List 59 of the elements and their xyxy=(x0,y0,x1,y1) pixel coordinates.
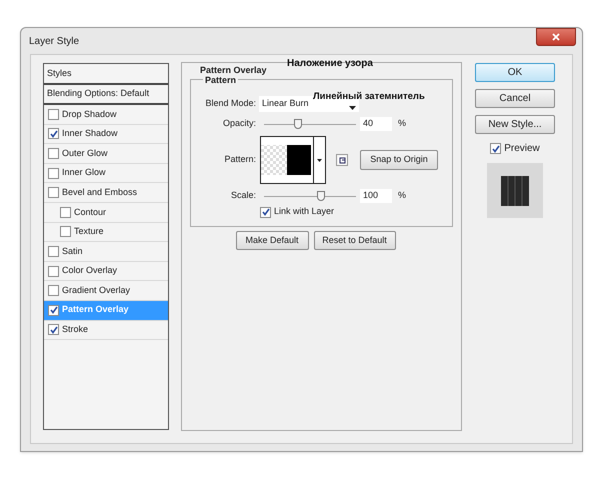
checkbox[interactable] xyxy=(48,168,59,179)
slider-thumb[interactable] xyxy=(317,191,326,201)
ok-button[interactable]: OK xyxy=(475,63,555,82)
style-list-item[interactable]: Inner Shadow xyxy=(44,124,168,144)
style-list-item[interactable]: Stroke xyxy=(44,320,168,340)
style-list-item[interactable]: Blending Options: Default xyxy=(44,85,168,105)
style-list-item[interactable]: Drop Shadow xyxy=(44,105,168,125)
checkmark-icon xyxy=(492,144,500,152)
window-title: Layer Style xyxy=(29,34,80,48)
close-icon xyxy=(552,33,560,41)
checkbox[interactable] xyxy=(48,266,59,277)
checkbox[interactable] xyxy=(48,148,59,159)
checkbox[interactable] xyxy=(48,324,59,336)
slider-thumb[interactable] xyxy=(294,119,302,129)
scale-field[interactable]: 100 xyxy=(360,189,392,203)
checkbox[interactable] xyxy=(48,285,59,296)
new-style-button[interactable]: New Style... xyxy=(475,115,555,134)
unit-label: % xyxy=(398,117,406,130)
field-label: Pattern: xyxy=(223,153,256,166)
field-label: Scale: xyxy=(230,189,256,202)
checkmark-icon xyxy=(262,208,270,216)
checkbox-label: Link with Layer xyxy=(274,205,334,218)
annotation-text: Наложение узора xyxy=(287,57,373,71)
style-list-item[interactable]: Inner Glow xyxy=(44,164,168,184)
opacity-field[interactable]: 40 xyxy=(360,117,392,131)
pattern-picker[interactable] xyxy=(260,136,326,184)
checkbox[interactable] xyxy=(48,187,59,198)
checkbox[interactable] xyxy=(48,304,59,316)
checkbox[interactable] xyxy=(60,226,71,238)
dropdown-arrow-icon xyxy=(317,158,322,162)
style-list-item[interactable]: Texture xyxy=(44,222,168,242)
style-list-item[interactable]: Outer Glow xyxy=(44,144,168,164)
close-button[interactable] xyxy=(536,28,576,46)
style-list-item[interactable]: Contour xyxy=(44,202,168,223)
dropdown-arrow-icon xyxy=(349,106,356,110)
cancel-button[interactable]: Cancel xyxy=(475,89,555,108)
panel-button[interactable]: Make Default xyxy=(236,231,308,250)
checkbox-label: Preview xyxy=(504,142,540,156)
checkbox[interactable] xyxy=(48,246,59,257)
field-label: Opacity: xyxy=(222,117,256,130)
preview-swatch-icon xyxy=(501,176,529,206)
checkbox[interactable] xyxy=(48,128,59,140)
checkbox[interactable] xyxy=(490,143,502,154)
snap-to-origin-button[interactable]: Snap to Origin xyxy=(360,150,438,170)
checkbox[interactable] xyxy=(260,206,271,218)
page-icon xyxy=(338,156,346,164)
field-label: Blend Mode: xyxy=(204,97,256,110)
checkmark-icon xyxy=(50,306,58,314)
checkbox[interactable] xyxy=(48,108,59,120)
checkmark-icon xyxy=(50,326,58,334)
panel-button[interactable]: Reset to Default xyxy=(314,231,396,250)
style-list-item[interactable]: Satin xyxy=(44,242,168,262)
unit-label: % xyxy=(398,189,406,202)
checkmark-icon xyxy=(50,130,58,138)
checkbox[interactable] xyxy=(60,206,71,218)
style-list-item[interactable]: Bevel and Emboss xyxy=(44,183,168,203)
style-list-item[interactable]: Color Overlay xyxy=(44,262,168,282)
styles-list-header: Styles xyxy=(44,64,168,85)
new-preset-button[interactable] xyxy=(336,154,348,166)
